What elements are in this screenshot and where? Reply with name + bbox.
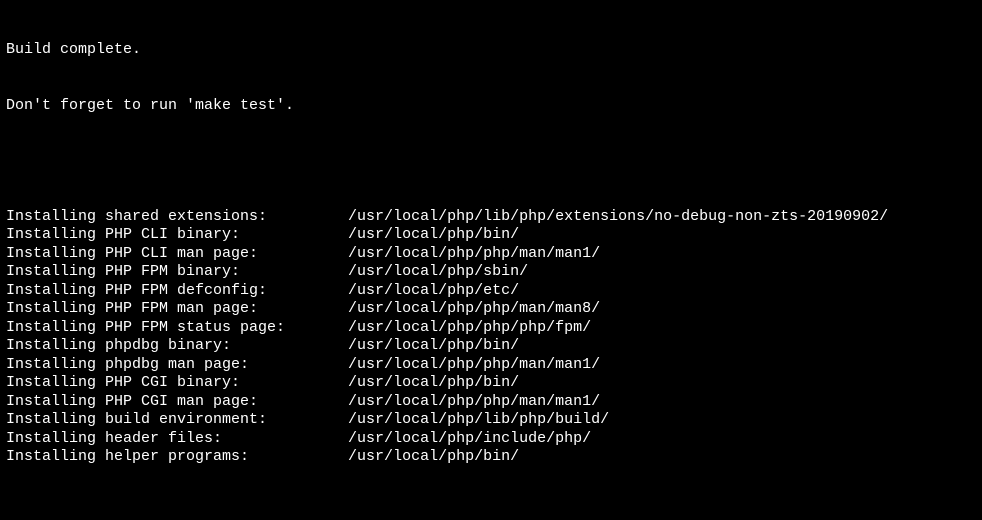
make-test-reminder: Don't forget to run 'make test'. [6, 97, 976, 116]
install-line-4: Installing PHP FPM defconfig: /usr/local… [6, 282, 976, 301]
install-line-7: Installing phpdbg binary: /usr/local/php… [6, 337, 976, 356]
install-line-12: Installing header files: /usr/local/php/… [6, 430, 976, 449]
install-line-13: Installing helper programs: /usr/local/p… [6, 448, 976, 467]
terminal[interactable]: Build complete. Don't forget to run 'mak… [0, 0, 982, 520]
install-line-6: Installing PHP FPM status page: /usr/loc… [6, 319, 976, 338]
install-line-11: Installing build environment: /usr/local… [6, 411, 976, 430]
install-line-1: Installing PHP CLI binary: /usr/local/ph… [6, 226, 976, 245]
install-line-5: Installing PHP FPM man page: /usr/local/… [6, 300, 976, 319]
install-line-2: Installing PHP CLI man page: /usr/local/… [6, 245, 976, 264]
install-line-10: Installing PHP CGI man page: /usr/local/… [6, 393, 976, 412]
install-line-0: Installing shared extensions: /usr/local… [6, 208, 976, 227]
install-line-9: Installing PHP CGI binary: /usr/local/ph… [6, 374, 976, 393]
build-complete-line: Build complete. [6, 41, 976, 60]
install-line-8: Installing phpdbg man page: /usr/local/p… [6, 356, 976, 375]
install-line-3: Installing PHP FPM binary: /usr/local/ph… [6, 263, 976, 282]
